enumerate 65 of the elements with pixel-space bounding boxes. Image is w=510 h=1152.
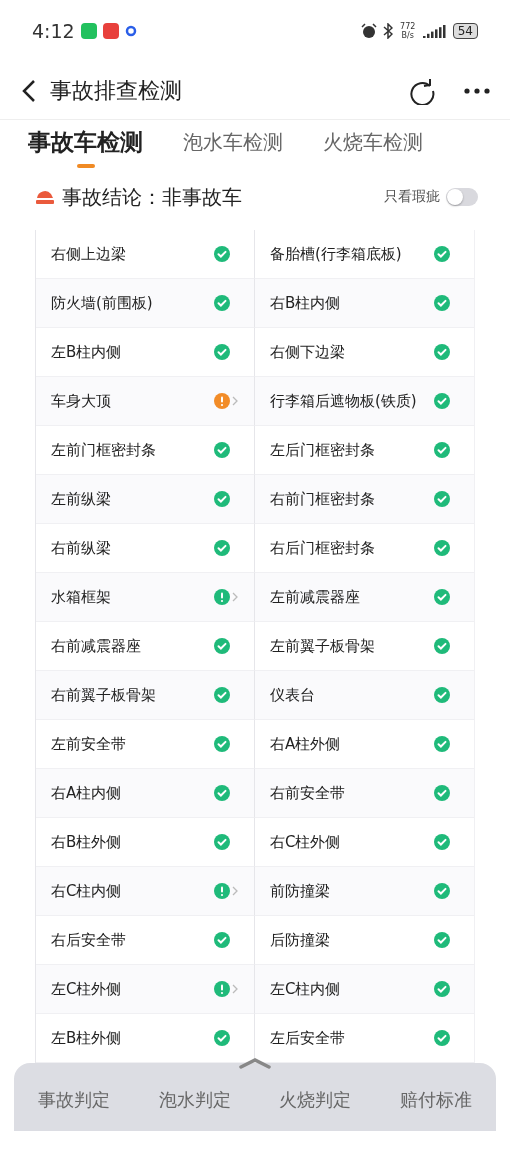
item-name: 水箱框架 bbox=[51, 587, 112, 607]
item-name: 左前减震器座 bbox=[270, 587, 361, 607]
filter-label: 只看瑕疵 bbox=[384, 188, 440, 206]
item-name: 右B柱外侧 bbox=[51, 832, 123, 852]
chevron-right-icon[interactable] bbox=[232, 886, 238, 896]
inspection-item[interactable]: 水箱框架 bbox=[36, 573, 255, 622]
back-icon[interactable] bbox=[22, 78, 36, 103]
item-name: 右后门框密封条 bbox=[270, 538, 376, 558]
item-name: 左C柱内侧 bbox=[270, 979, 342, 999]
item-name: 后防撞梁 bbox=[270, 930, 331, 950]
bluetooth-icon bbox=[382, 23, 393, 39]
chevron-right-icon[interactable] bbox=[232, 592, 238, 602]
chevron-right-icon[interactable] bbox=[232, 984, 238, 994]
conclusion-text: 事故结论：非事故车 bbox=[62, 183, 243, 211]
tab[interactable]: 泡水车检测 bbox=[183, 126, 283, 170]
item-name: 右后安全带 bbox=[51, 930, 127, 950]
more-icon[interactable] bbox=[464, 87, 490, 94]
item-name: 右C柱外侧 bbox=[270, 832, 342, 852]
nav-item[interactable]: 赔付标准 bbox=[393, 1087, 478, 1113]
item-name: 左B柱内侧 bbox=[51, 342, 123, 362]
item-name: 左前翼子板骨架 bbox=[270, 636, 376, 656]
refresh-icon[interactable] bbox=[408, 76, 436, 105]
inspection-item[interactable]: 左C柱外侧 bbox=[36, 965, 255, 1014]
filter-switch[interactable] bbox=[446, 188, 478, 206]
inspection-item[interactable]: 右C柱内侧 bbox=[36, 867, 255, 916]
item-name: 右前安全带 bbox=[270, 783, 346, 803]
item-name: 前防撞梁 bbox=[270, 881, 331, 901]
item-name: 右侧上边梁 bbox=[51, 244, 127, 264]
item-name: 右B柱内侧 bbox=[270, 293, 342, 313]
item-name: 备胎槽(行李箱底板) bbox=[270, 244, 403, 264]
network-speed: 772 B/s bbox=[399, 22, 417, 40]
item-name: 左B柱外侧 bbox=[51, 1028, 123, 1048]
item-name: 右A柱内侧 bbox=[51, 783, 123, 803]
item-name: 防火墙(前围板) bbox=[51, 293, 154, 313]
item-name: 左后门框密封条 bbox=[270, 440, 376, 460]
chevron-right-icon[interactable] bbox=[232, 396, 238, 406]
nav-item[interactable]: 事故判定 bbox=[32, 1087, 117, 1113]
item-name: 右前翼子板骨架 bbox=[51, 685, 157, 705]
battery-level: 54 bbox=[452, 23, 478, 39]
inspection-item[interactable]: 车身大顶 bbox=[36, 377, 255, 426]
item-name: 右前减震器座 bbox=[51, 636, 142, 656]
item-name: 左前安全带 bbox=[51, 734, 127, 754]
item-name: 右A柱外侧 bbox=[270, 734, 342, 754]
nav-item[interactable]: 泡水判定 bbox=[152, 1087, 237, 1113]
item-name: 左后安全带 bbox=[270, 1028, 346, 1048]
page-title: 事故排查检测 bbox=[50, 76, 183, 105]
app-icon bbox=[102, 23, 119, 39]
tab[interactable]: 事故车检测 bbox=[28, 126, 143, 170]
item-name: 左前门框密封条 bbox=[51, 440, 157, 460]
item-name: 左C柱外侧 bbox=[51, 979, 123, 999]
item-name: 行李箱后遮物板(铁质) bbox=[270, 391, 418, 411]
status-time: 4:12 bbox=[32, 20, 75, 42]
item-name: 右C柱内侧 bbox=[51, 881, 123, 901]
item-name: 右前门框密封条 bbox=[270, 489, 376, 509]
ring-icon bbox=[124, 25, 137, 37]
alarm-icon bbox=[360, 23, 377, 39]
item-name: 仪表台 bbox=[270, 685, 316, 705]
item-name: 右侧下边梁 bbox=[270, 342, 346, 362]
expand-icon[interactable] bbox=[239, 1057, 271, 1069]
nav-item[interactable]: 火烧判定 bbox=[273, 1087, 358, 1113]
item-name: 车身大顶 bbox=[51, 391, 112, 411]
tab[interactable]: 火烧车检测 bbox=[323, 126, 423, 170]
item-name: 左前纵梁 bbox=[51, 489, 112, 509]
signal-icon bbox=[422, 24, 447, 38]
item-name: 右前纵梁 bbox=[51, 538, 112, 558]
